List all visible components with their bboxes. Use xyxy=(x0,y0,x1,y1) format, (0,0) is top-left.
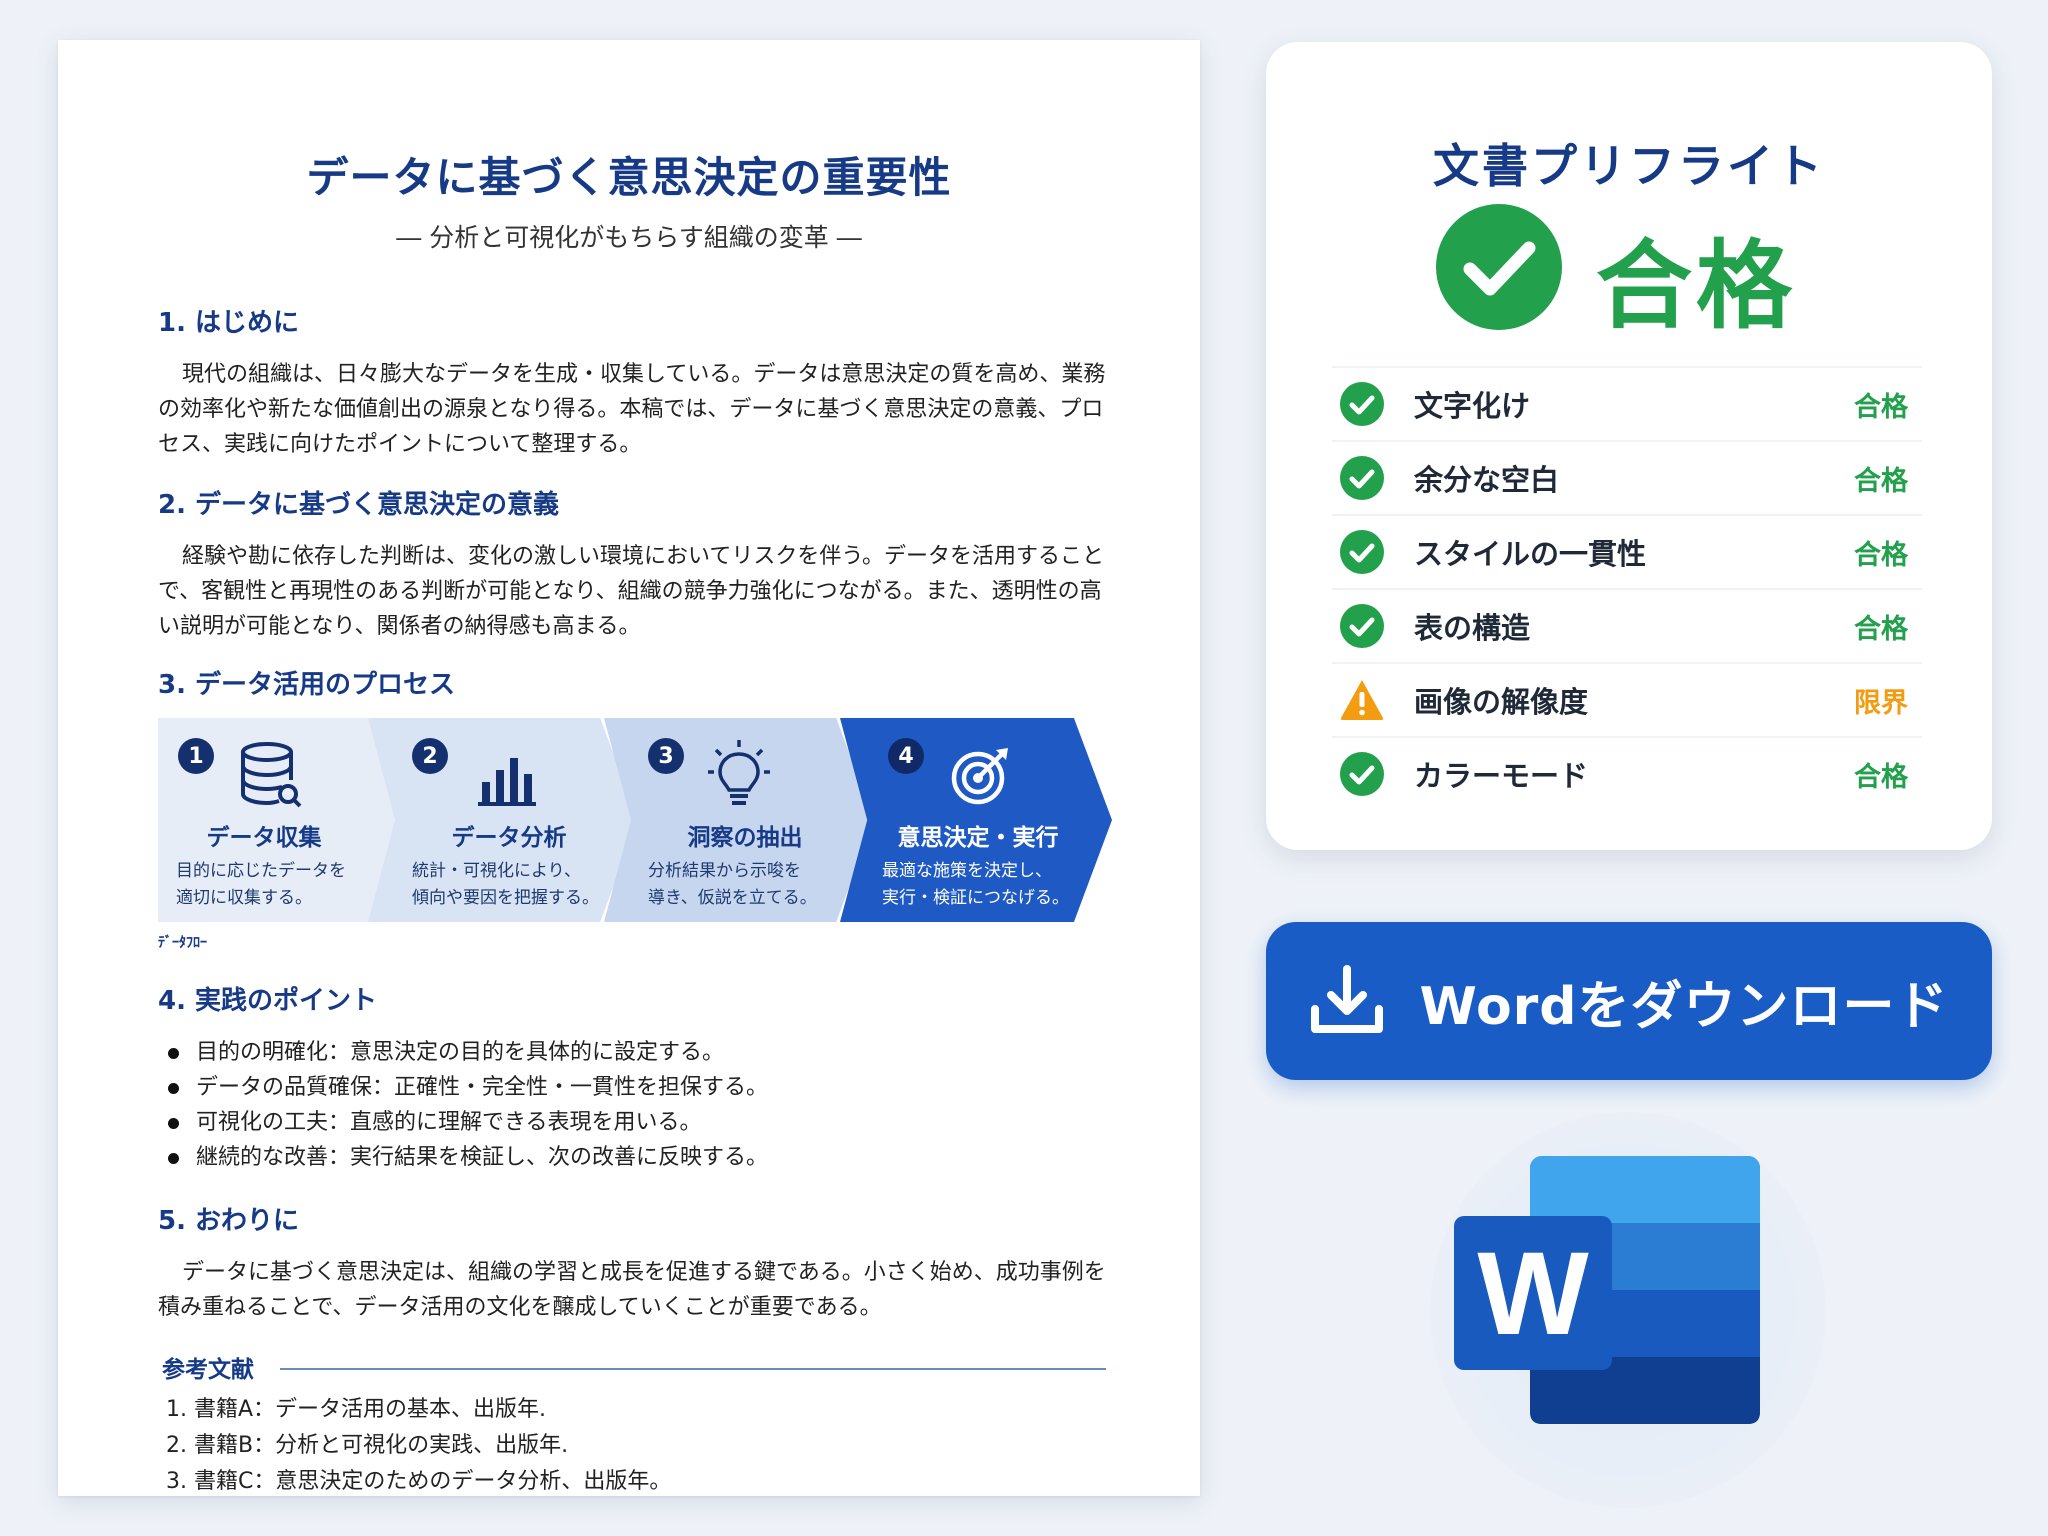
section-practice: 4. 実践のポイント 目的の明確化：意思決定の目的を具体的に設定する。 データの… xyxy=(158,980,1106,1175)
step-desc-line: 傾向や要因を把握する。 xyxy=(412,888,599,908)
step-desc-line: 統計・可視化により、 xyxy=(412,861,581,881)
step-desc-line: 導き、仮説を立てる。 xyxy=(648,888,817,908)
step-number: 1 xyxy=(178,738,214,774)
step-desc-line: 最適な施策を決定し、 xyxy=(882,861,1052,881)
bar-chart-icon xyxy=(478,758,536,806)
check-label: カラーモード xyxy=(1414,759,1589,793)
download-label: Wordをダウンロード xyxy=(1419,976,1949,1037)
preflight-card: 文書プリフライト 合格 文字化け 合格 余分な空白 合格 スタイルの一貫性 合格… xyxy=(1266,42,1992,850)
section-intro: 1. はじめに 現代の組織は、日々膨大なデータを生成・収集している。データは意思… xyxy=(158,302,1106,462)
list-item: 目的の明確化：意思決定の目的を具体的に設定する。 xyxy=(158,1035,1106,1070)
preflight-title: 文書プリフライト xyxy=(1433,139,1825,193)
section-body: 現代の組織は、日々膨大なデータを生成・収集している。データは意思決定の質を高め、… xyxy=(158,362,1106,457)
step-desc-line: 目的に応じたデータを xyxy=(176,861,346,881)
section-significance: 2. データに基づく意思決定の意義 経験や勘に依存した判断は、変化の激しい環境に… xyxy=(158,484,1106,644)
step-number: 4 xyxy=(888,738,924,774)
reference-item: 1. 書籍A：データ活用の基本、出版年. xyxy=(166,1397,547,1422)
step-desc-line: 分析結果から示唆を xyxy=(648,861,801,881)
download-icon xyxy=(1311,965,1384,1033)
check-circle-icon xyxy=(1340,752,1384,796)
list-item: データの品質確保：正確性・完全性・一貫性を担保する。 xyxy=(158,1070,1106,1105)
check-row: カラーモード 合格 xyxy=(1332,736,1922,810)
step-title: データ収集 xyxy=(206,825,322,851)
document-title: データに基づく意思決定の重要性 xyxy=(306,153,952,202)
step-desc-line: 実行・検証につなげる。 xyxy=(882,888,1069,908)
process-step-1: 1 データ収集 目的に応じたデータを 適切に収集する。 xyxy=(158,718,402,922)
check-row: 余分な空白 合格 xyxy=(1332,440,1922,514)
section-body: 経験や勘に依存した判断は、変化の激しい環境においてリスクを伴う。データを活用する… xyxy=(158,544,1105,639)
step-title: データ分析 xyxy=(451,825,567,851)
section-process: 3. データ活用のプロセス xyxy=(158,664,1106,719)
check-result: 合格 xyxy=(1854,391,1908,423)
reference-item: 2. 書籍B：分析と可視化の実践、出版年. xyxy=(166,1433,569,1458)
step-description: 分析結果から示唆を 導き、仮説を立てる。 xyxy=(648,858,817,912)
process-step-2: 2 データ分析 統計・可視化により、 傾向や要因を把握する。 xyxy=(368,718,638,922)
logo-letter: W xyxy=(1477,1228,1589,1360)
check-label: 文字化け xyxy=(1414,389,1531,423)
list-item: 継続的な改善：実行結果を検証し、次の改善に反映する。 xyxy=(158,1140,1106,1175)
section-conclusion: 5. おわりに データに基づく意思決定は、組織の学習と成長を促進する鍵である。小… xyxy=(158,1200,1106,1325)
section-heading: 2. データに基づく意思決定の意義 xyxy=(158,490,560,520)
check-circle-icon xyxy=(1340,382,1384,426)
section-heading: 3. データ活用のプロセス xyxy=(158,670,456,700)
section-heading: 1. はじめに xyxy=(158,308,300,338)
database-icon xyxy=(241,742,302,808)
check-circle-icon xyxy=(1340,604,1384,648)
section-body: データに基づく意思決定は、組織の学習と成長を促進する鍵である。小さく始め、成功事… xyxy=(158,1260,1106,1320)
check-label: 表の構造 xyxy=(1414,611,1531,645)
check-label: スタイルの一貫性 xyxy=(1414,537,1647,571)
document-page: データに基づく意思決定の重要性 ― 分析と可視化がもちらす組織の変革 ― 1. … xyxy=(58,40,1200,1496)
download-word-button[interactable]: Wordをダウンロード xyxy=(1266,922,1992,1080)
check-circle-icon xyxy=(1436,204,1562,330)
divider xyxy=(280,1368,1106,1370)
reference-item: 3. 書籍C：意思決定のためのデータ分析、出版年。 xyxy=(166,1469,672,1494)
check-row: 画像の解像度 限界 xyxy=(1332,662,1922,736)
check-result: 合格 xyxy=(1854,761,1908,793)
list-item: 可視化の工夫：直感的に理解できる表現を用いる。 xyxy=(158,1105,1106,1140)
document-subtitle: ― 分析と可視化がもちらす組織の変革 ― xyxy=(396,223,862,252)
process-diagram: 1 データ収集 目的に応じたデータを 適切に収集する。 2 データ分析 統計・可… xyxy=(158,718,1168,922)
step-title: 意思決定・実行 xyxy=(897,825,1059,851)
check-circle-icon xyxy=(1340,530,1384,574)
process-step-3: 3 洞察の抽出 分析結果から示唆を 導き、仮説を立てる。 xyxy=(604,718,874,922)
step-desc-line: 適切に収集する。 xyxy=(176,888,312,908)
step-title: 洞察の抽出 xyxy=(687,825,803,851)
check-list: 文字化け 合格 余分な空白 合格 スタイルの一貫性 合格 表の構造 合格 画像の… xyxy=(1332,366,1922,810)
check-row: スタイルの一貫性 合格 xyxy=(1332,514,1922,588)
process-step-4: 4 意思決定・実行 最適な施策を決定し、 実行・検証につなげる。 xyxy=(840,718,1112,922)
check-label: 余分な空白 xyxy=(1414,463,1560,497)
step-number: 3 xyxy=(648,738,684,774)
check-circle-icon xyxy=(1340,456,1384,500)
bullet-list: 目的の明確化：意思決定の目的を具体的に設定する。 データの品質確保：正確性・完全… xyxy=(158,1035,1106,1175)
references-list: 1. 書籍A：データ活用の基本、出版年. 2. 書籍B：分析と可視化の実践、出版… xyxy=(166,1392,671,1500)
check-result: 合格 xyxy=(1854,539,1908,571)
preflight-verdict: 合格 xyxy=(1596,230,1796,342)
references-heading: 参考文献 xyxy=(162,1357,254,1383)
section-heading: 5. おわりに xyxy=(158,1206,300,1236)
section-heading: 4. 実践のポイント xyxy=(158,986,378,1016)
step-number: 2 xyxy=(412,738,448,774)
check-result: 合格 xyxy=(1854,465,1908,497)
step-description: 目的に応じたデータを 適切に収集する。 xyxy=(176,858,346,912)
check-row: 文字化け 合格 xyxy=(1332,366,1922,440)
step-description: 最適な施策を決定し、 実行・検証につなげる。 xyxy=(882,858,1069,912)
lightbulb-icon xyxy=(708,740,770,805)
check-result: 合格 xyxy=(1854,613,1908,645)
check-row: 表の構造 合格 xyxy=(1332,588,1922,662)
check-result: 限界 xyxy=(1854,687,1908,719)
target-icon xyxy=(951,748,1008,805)
word-logo-icon: W xyxy=(1454,1156,1760,1424)
step-description: 統計・可視化により、 傾向や要因を把握する。 xyxy=(412,858,599,912)
process-caption: ﾃﾞｰﾀﾌﾛｰ xyxy=(158,935,207,951)
check-label: 画像の解像度 xyxy=(1414,685,1589,719)
warning-icon xyxy=(1340,680,1384,720)
